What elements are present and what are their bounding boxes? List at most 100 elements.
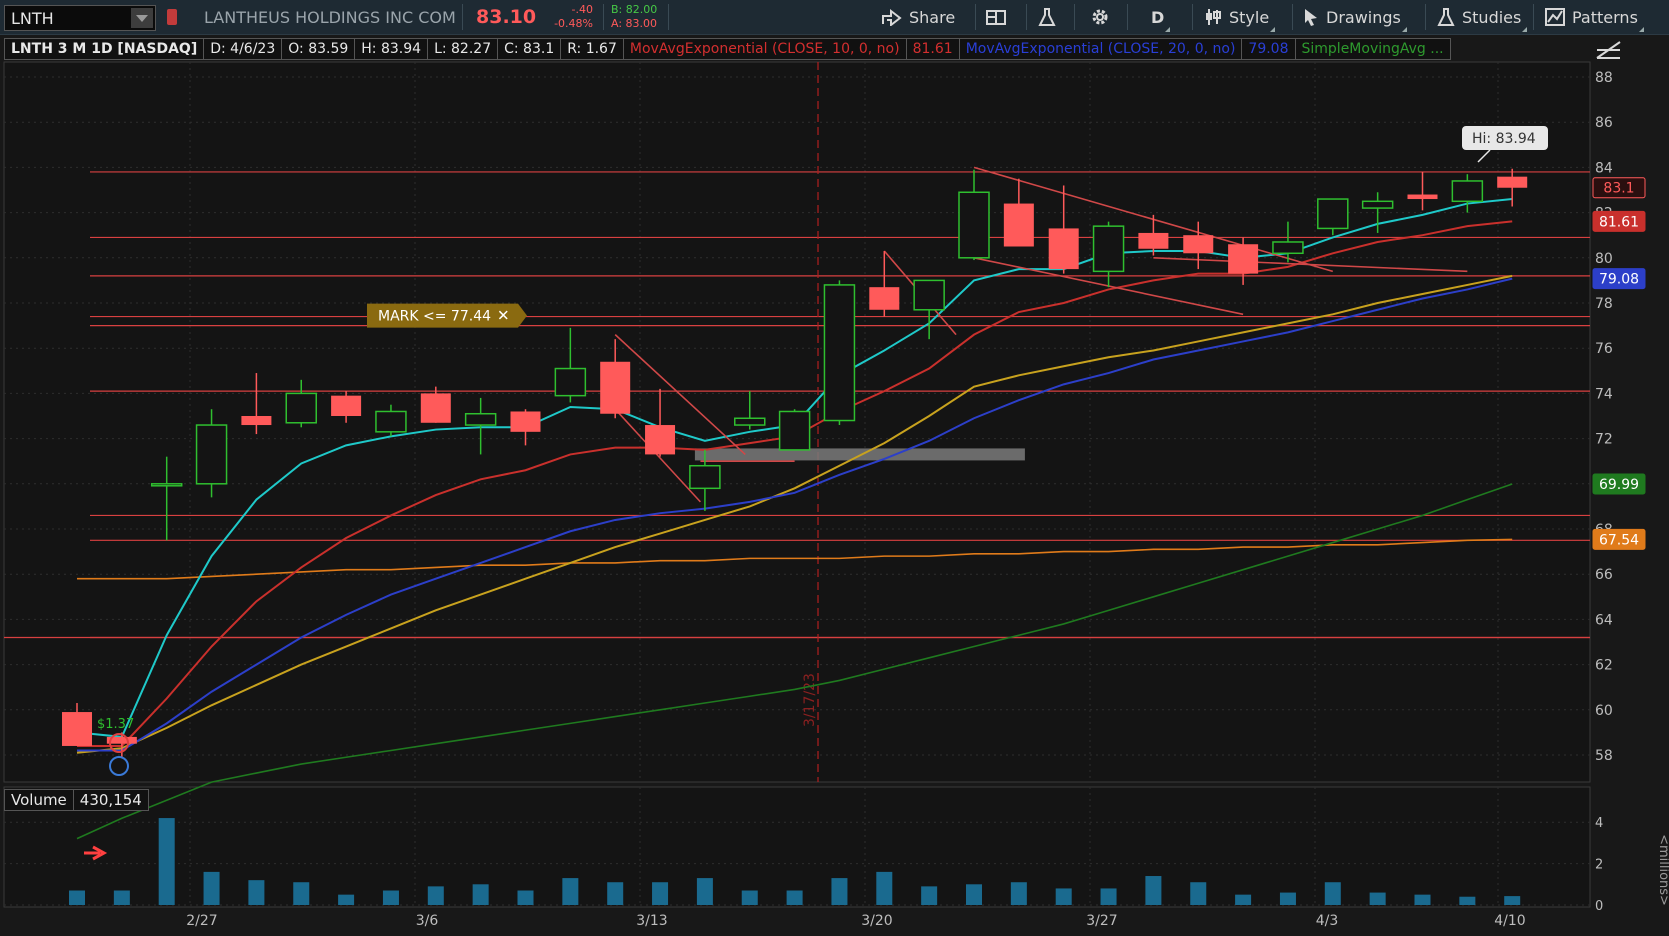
candle-body — [823, 284, 856, 422]
volume-bar — [1055, 888, 1072, 905]
volume-bar — [293, 882, 310, 905]
volume-bar — [158, 818, 175, 905]
volume-bar — [607, 882, 624, 905]
volume-bar — [876, 871, 893, 905]
volume-bar — [831, 878, 848, 905]
candle-body — [1003, 203, 1034, 247]
close-icon: ✕ — [497, 307, 510, 325]
candle-body — [1317, 198, 1349, 230]
candle-body — [1361, 200, 1394, 209]
volume-bar — [966, 884, 982, 905]
candle-body — [554, 367, 587, 397]
candle-body — [600, 361, 631, 414]
volume-bar — [741, 890, 758, 905]
date-tick-label: 3/27 — [1086, 913, 1117, 929]
candle-body — [464, 412, 497, 426]
candle-body — [1407, 194, 1438, 200]
candle-body — [195, 424, 228, 485]
candle-body — [331, 395, 362, 416]
volume-bar — [1504, 896, 1521, 905]
mark-label-text: MARK <= 77.44 — [378, 309, 491, 325]
price-chart[interactable]: 888684828078767472706866646260582/273/63… — [0, 0, 1669, 936]
price-tick-label: 66 — [1595, 567, 1613, 583]
date-tick-label: 3/20 — [861, 913, 892, 929]
candle-body — [1272, 241, 1304, 255]
date-tick-label: 4/3 — [1316, 913, 1339, 929]
price-badge-text: 67.54 — [1599, 532, 1639, 548]
candle-body — [689, 464, 721, 490]
candle-body — [913, 279, 945, 311]
dividend-label: $1.37 — [97, 717, 134, 732]
candle-body — [778, 410, 811, 451]
price-tick-label: 84 — [1595, 160, 1613, 176]
volume-bar — [69, 890, 85, 905]
price-tick-label: 64 — [1595, 612, 1613, 628]
volume-bar — [1235, 894, 1252, 905]
candle-body — [1451, 180, 1484, 203]
candle-body — [241, 416, 272, 426]
candle-body — [1138, 232, 1169, 249]
volume-tick-label: 0 — [1595, 899, 1603, 914]
candle-body — [645, 425, 676, 455]
chart-settings-icon — [1596, 41, 1621, 59]
candle-body — [1497, 176, 1528, 188]
volume-bar — [1369, 892, 1386, 905]
price-tick-label: 86 — [1595, 115, 1613, 131]
volume-bar — [203, 871, 220, 905]
price-badge-text: 83.1 — [1603, 181, 1634, 197]
candle-body — [958, 191, 990, 259]
price-tick-label: 62 — [1595, 658, 1613, 674]
price-badge-text: 81.61 — [1599, 214, 1639, 230]
volume-bar — [382, 890, 399, 905]
candle-body — [150, 483, 183, 487]
volume-bar — [338, 894, 355, 905]
volume-bar — [1010, 882, 1027, 905]
price-tick-label: 58 — [1595, 748, 1613, 764]
volume-bar — [472, 884, 489, 905]
volume-bar — [1190, 882, 1207, 905]
candle-body — [1048, 228, 1079, 270]
price-tick-label: 72 — [1595, 432, 1613, 448]
volume-bar — [1414, 894, 1431, 905]
date-tick-label: 3/6 — [416, 913, 439, 929]
volume-bar — [921, 886, 938, 905]
volume-bar — [427, 886, 444, 905]
volume-value: 430,154 — [72, 789, 149, 811]
volume-info-bar: Volume 430,154 — [4, 789, 149, 811]
candle-body — [510, 411, 541, 432]
hi-label-text: Hi: 83.94 — [1472, 131, 1536, 147]
volume-bar — [562, 878, 579, 905]
date-tick-label: 3/13 — [636, 913, 667, 929]
volume-bar — [1145, 876, 1162, 905]
volume-tick-label: 4 — [1595, 816, 1603, 831]
candle-body — [734, 417, 766, 426]
price-tick-label: 60 — [1595, 703, 1613, 719]
price-tick-label: 74 — [1595, 386, 1613, 402]
candle-body — [285, 392, 317, 424]
volume-bar — [786, 890, 803, 905]
volume-unit-label: <millions> — [1656, 834, 1669, 906]
date-tick-label: 4/10 — [1494, 913, 1525, 929]
candle-body — [1092, 225, 1125, 273]
price-tick-label: 88 — [1595, 70, 1613, 86]
price-tick-label: 80 — [1595, 251, 1613, 267]
candle-body — [420, 393, 451, 423]
date-tick-label: 2/27 — [186, 913, 217, 929]
price-tick-label: 78 — [1595, 296, 1613, 312]
volume-bar — [113, 890, 130, 905]
price-tick-label: 76 — [1595, 341, 1613, 357]
volume-bar — [696, 878, 713, 905]
candle-body — [1183, 235, 1214, 254]
volume-bar — [1100, 888, 1117, 905]
volume-bar — [1279, 892, 1296, 905]
volume-pane — [3, 786, 1591, 908]
event-date-label: 3/17/23 — [802, 673, 818, 727]
volume-bar — [652, 882, 669, 905]
volume-label: Volume — [4, 789, 74, 811]
candle-body — [375, 410, 407, 433]
candle-body — [869, 287, 900, 310]
volume-bar — [1459, 896, 1476, 905]
price-badge-text: 79.08 — [1599, 272, 1639, 288]
volume-bar — [248, 880, 265, 905]
volume-bar — [1324, 882, 1341, 905]
